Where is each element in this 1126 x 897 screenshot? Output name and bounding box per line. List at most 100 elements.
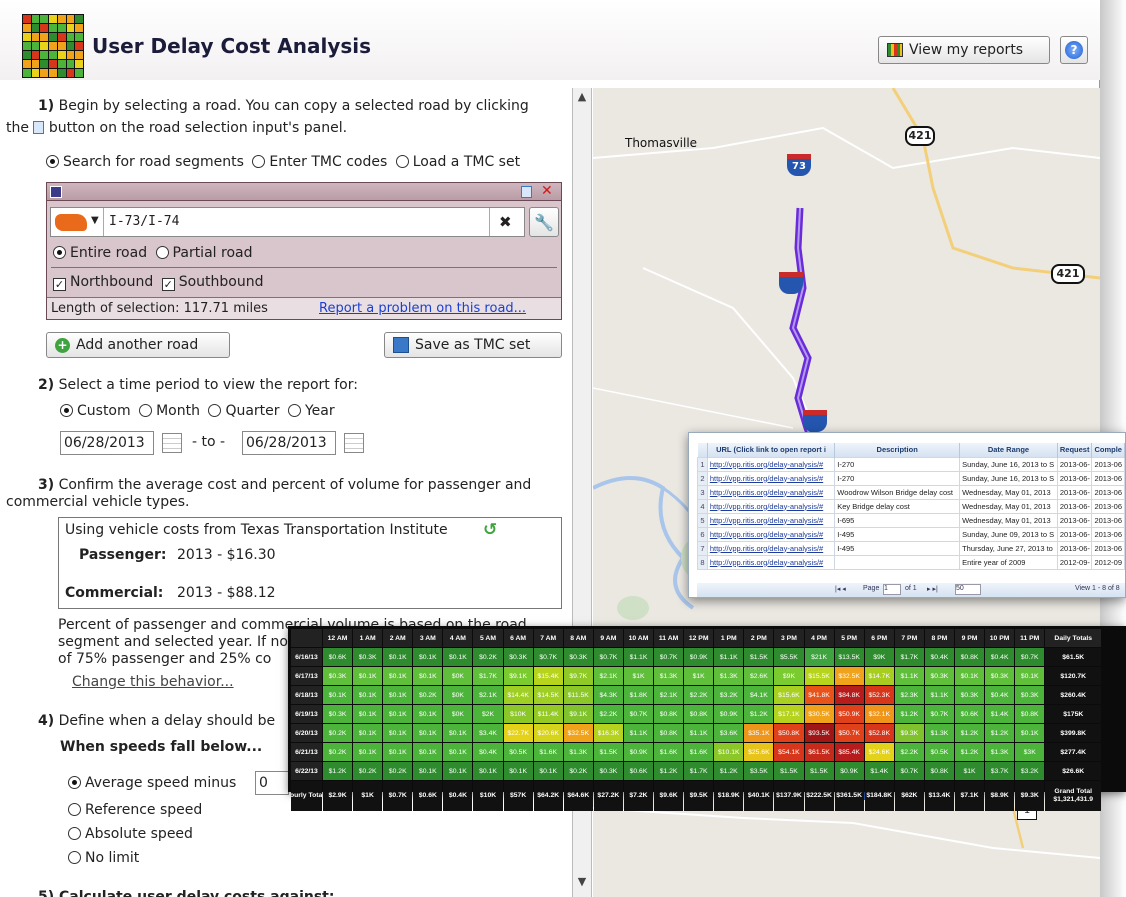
reports-row[interactable]: 7 http://vpp.ritis.org/delay-analysis/# I-…: [697, 540, 1125, 556]
report-link[interactable]: http://vpp.ritis.org/delay-analysis/#: [706, 484, 836, 500]
pager-view-label: View 1 - 8 of 8: [1075, 585, 1120, 592]
reports-column-header[interactable]: Date Range: [959, 443, 1058, 457]
reports-cell: 2013-06: [1091, 484, 1125, 500]
cost-cell: $0.3K: [323, 705, 353, 723]
refresh-icon[interactable]: ↺: [483, 520, 497, 540]
reports-column-header[interactable]: URL (Click link to open report i: [707, 443, 836, 457]
change-behavior-link[interactable]: Change this behavior...: [72, 674, 234, 690]
cost-cell: $0.4K: [924, 648, 954, 666]
absolute-speed-radio[interactable]: [68, 827, 81, 840]
add-road-button[interactable]: + Add another road: [46, 332, 230, 358]
date-row-header: 6/18/13: [291, 686, 322, 704]
southbound-checkbox[interactable]: ✓: [161, 278, 175, 291]
step4-number: 4): [38, 713, 55, 729]
cost-cell: $1.2K: [744, 705, 774, 723]
cost-cell: $0K: [443, 705, 473, 723]
hour-header-cell: 3 PM: [774, 629, 804, 647]
help-button[interactable]: ?: [1060, 36, 1088, 64]
copy-road-icon[interactable]: [521, 186, 532, 198]
reports-row[interactable]: 6 http://vpp.ritis.org/delay-analysis/# I-…: [697, 526, 1125, 542]
report-link[interactable]: http://vpp.ritis.org/delay-analysis/#: [706, 526, 836, 542]
report-link[interactable]: http://vpp.ritis.org/delay-analysis/#: [706, 554, 836, 570]
remove-road-icon[interactable]: ✕: [541, 183, 553, 199]
northbound-checkbox[interactable]: ✓: [53, 278, 66, 291]
hourly-total-cell: $13.4K: [924, 781, 954, 811]
cost-cell: $14.7K: [864, 667, 894, 685]
calendar-icon[interactable]: [162, 433, 182, 453]
cost-cell: $22.7K: [503, 724, 533, 742]
enter-tmc-radio[interactable]: [252, 155, 266, 168]
delay-cost-grid: 12 AM 1 AM 2 AM 3 AM 4 AM 5 AM 6 AM 7 AM 8 AM 9 A…: [291, 629, 1102, 811]
pager-page-input[interactable]: 1: [883, 584, 901, 595]
reports-column-header[interactable]: Request: [1057, 443, 1093, 457]
pager-size-select[interactable]: 50: [955, 584, 981, 595]
reports-row[interactable]: 1 http://vpp.ritis.org/delay-analysis/# I-…: [697, 456, 1125, 472]
interstate-shield-icon: 73: [787, 154, 811, 176]
reports-row[interactable]: 8 http://vpp.ritis.org/delay-analysis/# En…: [697, 554, 1125, 570]
avg-speed-input[interactable]: 0: [255, 771, 289, 795]
reports-cell: 2012-09-: [1056, 554, 1093, 570]
reports-row[interactable]: 4 http://vpp.ritis.org/delay-analysis/# Ke…: [697, 498, 1125, 514]
reports-cell: 2013-06-: [1056, 456, 1093, 472]
cost-cell: $2.2K: [684, 686, 714, 704]
clear-road-icon[interactable]: ✖: [499, 213, 512, 231]
reports-row[interactable]: 5 http://vpp.ritis.org/delay-analysis/# I-…: [697, 512, 1125, 528]
reports-cell: 2013-06-: [1056, 526, 1093, 542]
view-reports-button[interactable]: View my reports: [878, 36, 1050, 64]
scroll-down-icon[interactable]: ▼: [576, 875, 588, 889]
cost-cell: $0.5K: [503, 743, 533, 761]
cost-cell: $15.4K: [533, 667, 563, 685]
reports-cell: 3: [697, 484, 708, 500]
pager-first-icon[interactable]: |◂ ◂: [835, 585, 846, 593]
reports-column-header[interactable]: Description: [834, 443, 961, 457]
hourly-total-cell: $184.8K: [864, 781, 894, 811]
end-date-input[interactable]: 06/28/2013: [242, 431, 336, 455]
percent-text-c: of 75% passenger and 25% co: [58, 651, 272, 667]
cost-cell: $21K: [804, 648, 834, 666]
cost-cell: $1.7K: [473, 667, 503, 685]
report-link[interactable]: http://vpp.ritis.org/delay-analysis/#: [706, 470, 836, 486]
report-link[interactable]: http://vpp.ritis.org/delay-analysis/#: [706, 540, 836, 556]
load-tmc-radio[interactable]: [395, 155, 409, 168]
collapse-icon[interactable]: [50, 186, 62, 198]
cost-cell: $0K: [443, 686, 473, 704]
reports-cell: 2013-06: [1091, 512, 1125, 528]
pager-next-icon[interactable]: ▸ ▸|: [927, 585, 938, 593]
app-logo-icon: [22, 14, 84, 78]
search-segments-radio[interactable]: [46, 155, 59, 168]
reports-column-header[interactable]: [697, 443, 708, 457]
report-link[interactable]: http://vpp.ritis.org/delay-analysis/#: [706, 512, 836, 528]
report-link[interactable]: http://vpp.ritis.org/delay-analysis/#: [706, 456, 836, 472]
calendar-icon[interactable]: [344, 433, 364, 453]
reports-row[interactable]: 3 http://vpp.ritis.org/delay-analysis/# Wo…: [697, 484, 1125, 500]
cost-cell: $0.6K: [623, 762, 654, 780]
reference-speed-option: Reference speed: [68, 802, 202, 818]
no-limit-radio[interactable]: [68, 851, 81, 864]
start-date-input[interactable]: 06/28/2013: [60, 431, 154, 455]
avg-speed-radio[interactable]: [68, 776, 81, 789]
usa-map-icon[interactable]: [55, 214, 87, 231]
month-radio[interactable]: [139, 404, 153, 417]
chevron-down-icon[interactable]: ▼: [91, 215, 99, 226]
reference-speed-radio[interactable]: [68, 803, 81, 816]
save-tmc-button[interactable]: Save as TMC set: [384, 332, 562, 358]
report-problem-link[interactable]: Report a problem on this road...: [319, 301, 526, 316]
entire-road-radio[interactable]: [53, 246, 66, 259]
reports-cell: Sunday, June 16, 2013 to S: [959, 470, 1058, 486]
reports-cell: Wednesday, May 01, 2013: [959, 498, 1058, 514]
reports-row[interactable]: 2 http://vpp.ritis.org/delay-analysis/# I-…: [697, 470, 1125, 486]
custom-radio[interactable]: [60, 404, 73, 417]
partial-road-radio[interactable]: [155, 246, 169, 259]
reports-column-header[interactable]: Comple: [1091, 443, 1125, 457]
cost-cell: $14.5K: [533, 686, 563, 704]
cost-cell: $11.5K: [563, 686, 593, 704]
report-link[interactable]: http://vpp.ritis.org/delay-analysis/#: [706, 498, 836, 514]
quarter-radio[interactable]: [208, 404, 222, 417]
percent-text-b: segment and selected year. If no val: [58, 634, 314, 650]
scroll-up-icon[interactable]: ▲: [576, 90, 588, 104]
year-radio[interactable]: [287, 404, 301, 417]
cost-cell: $3.2K: [1015, 762, 1045, 780]
road-search-field[interactable]: ▼ I-73/I-74 ✖: [50, 207, 525, 237]
road-settings-button[interactable]: 🔧: [529, 207, 559, 237]
hour-header-cell: 7 AM: [533, 629, 563, 647]
